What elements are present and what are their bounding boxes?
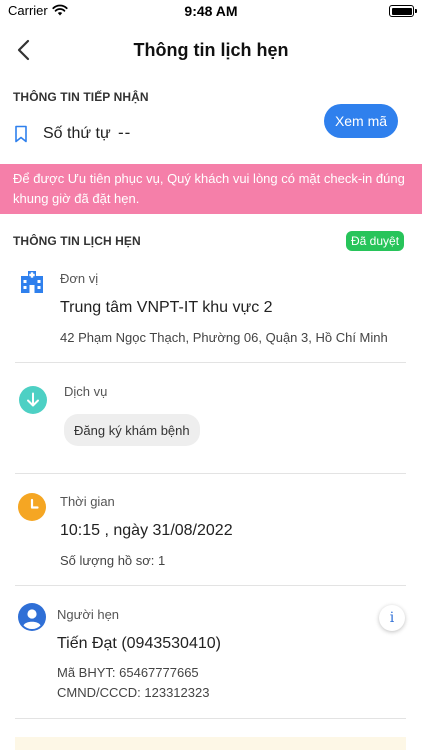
appointment-datetime: 10:15 , ngày 31/08/2022: [60, 522, 233, 539]
status-badge: Đã duyệt: [346, 231, 405, 251]
service-chip: Đăng ký khám bệnh: [64, 414, 200, 446]
building-icon: [21, 271, 43, 293]
reception-section-title: THÔNG TIN TIẾP NHẬN: [13, 90, 149, 104]
view-code-button[interactable]: Xem mã: [324, 104, 398, 138]
bookmark-icon: [15, 125, 27, 143]
unit-name: Trung tâm VNPT-IT khu vực 2: [60, 299, 273, 316]
page-title: Thông tin lịch hẹn: [133, 40, 289, 60]
service-label: Dịch vụ: [64, 384, 108, 399]
bottom-card-edge: [15, 737, 406, 750]
battery-icon: [389, 5, 417, 17]
arrow-down-circle-icon: [19, 386, 47, 414]
appointment-section-title: THÔNG TIN LỊCH HẸN: [13, 234, 141, 248]
divider: [15, 585, 406, 586]
unit-label: Đơn vị: [60, 271, 99, 286]
divider: [15, 362, 406, 363]
person-label: Người hẹn: [57, 607, 120, 622]
ticket-number-label: Số thứ tự: [43, 125, 111, 142]
insurance-number: Mã BHYT: 65467777665: [57, 665, 199, 680]
divider: [15, 718, 406, 719]
info-icon: i: [389, 610, 395, 626]
clock-icon: [18, 493, 46, 521]
record-count: Số lượng hồ sơ: 1: [60, 553, 166, 568]
nav-bar: Thông tin lịch hẹn: [0, 24, 422, 76]
id-card-number: CMND/CCCD: 123312323: [57, 685, 210, 700]
status-bar: Carrier 9:48 AM: [0, 0, 422, 22]
user-circle-icon: [18, 603, 46, 631]
clock-time: 9:48 AM: [184, 3, 238, 19]
divider: [15, 473, 406, 474]
unit-address: 42 Phạm Ngọc Thạch, Phường 06, Quận 3, H…: [60, 330, 388, 345]
person-name: Tiến Đạt (0943530410): [57, 635, 221, 652]
info-button[interactable]: i: [379, 605, 405, 631]
checkin-notice-banner: Để được Ưu tiên phục vụ, Quý khách vui l…: [0, 164, 422, 214]
time-label: Thời gian: [60, 494, 115, 509]
ticket-number-value: --: [118, 123, 132, 142]
